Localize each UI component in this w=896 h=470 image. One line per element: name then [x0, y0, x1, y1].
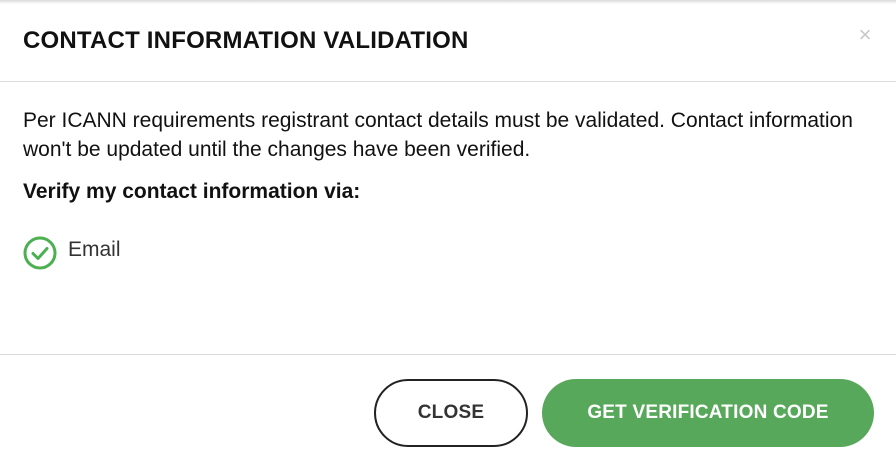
close-icon[interactable]: ×	[856, 24, 874, 46]
verify-option-label: Email	[68, 238, 121, 261]
dialog-footer: CLOSE GET VERIFICATION CODE	[0, 354, 896, 470]
verify-option-email[interactable]: Email	[23, 236, 121, 270]
dialog-header: CONTACT INFORMATION VALIDATION ×	[0, 0, 896, 82]
contact-validation-dialog: CONTACT INFORMATION VALIDATION × Per ICA…	[0, 0, 896, 470]
validation-description: Per ICANN requirements registrant contac…	[23, 109, 853, 161]
verify-via-label: Verify my contact information via:	[23, 180, 361, 203]
check-circle-icon	[23, 236, 57, 270]
get-verification-code-button[interactable]: GET VERIFICATION CODE	[542, 379, 874, 447]
close-button[interactable]: CLOSE	[374, 379, 528, 447]
dialog-body: Per ICANN requirements registrant contac…	[23, 106, 873, 204]
dialog-title: CONTACT INFORMATION VALIDATION	[23, 27, 469, 54]
